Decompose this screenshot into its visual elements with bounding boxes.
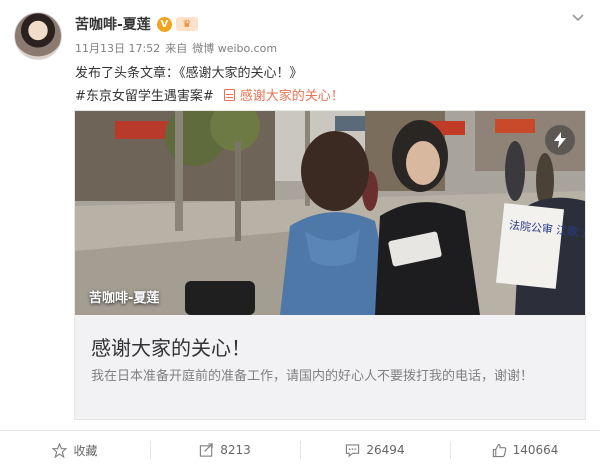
avatar[interactable]	[14, 12, 62, 60]
name-row: 苦咖啡-夏莲 V ♛	[75, 14, 198, 34]
article-icon	[223, 88, 235, 101]
post-source[interactable]: 微博 weibo.com	[192, 40, 277, 56]
card-summary: 我在日本准备开庭前的准备工作，请国内的好心人不要拨打我的电话，谢谢！	[91, 369, 534, 384]
favorite-button[interactable]: 收藏	[0, 431, 150, 469]
post-text: 发布了头条文章：《感谢大家的关心！》	[75, 66, 303, 81]
post-links: #东京女留学生遇害案# 感谢大家的关心！	[75, 85, 344, 104]
card-title[interactable]: 感谢大家的关心！	[91, 332, 251, 361]
star-icon	[52, 442, 68, 458]
comment-icon	[346, 443, 360, 457]
comment-count: 26494	[366, 443, 405, 457]
article-link[interactable]: 感谢大家的关心！	[223, 85, 344, 104]
repost-count: 8213	[220, 443, 251, 457]
repost-icon	[200, 442, 213, 457]
username[interactable]: 苦咖啡-夏莲	[75, 14, 151, 34]
verified-badge-icon: V	[156, 16, 172, 32]
chevron-down-icon[interactable]	[570, 10, 586, 26]
comment-button[interactable]: 26494	[300, 431, 450, 469]
street-photo: 法院公审 江歌 刘鑫	[75, 111, 585, 315]
favorite-label: 收藏	[73, 443, 98, 458]
from-label: 来自	[165, 42, 188, 55]
action-bar: 收藏 8213 26494 140664	[0, 431, 600, 469]
thumbs-up-icon	[492, 443, 506, 457]
member-badge-icon[interactable]: ♛	[175, 17, 198, 31]
hashtag-link[interactable]: #东京女留学生遇害案#	[75, 85, 214, 104]
like-button[interactable]: 140664	[450, 431, 600, 469]
photo-watermark: 苦咖啡-夏莲	[89, 291, 160, 306]
weibo-post: 苦咖啡-夏莲 V ♛ 11月13日 17:52 来自 微博 weibo.com …	[0, 0, 600, 469]
article-cover-image: 法院公审 江歌 刘鑫	[75, 111, 585, 315]
post-time[interactable]: 11月13日 17:52	[75, 40, 160, 56]
article-link-label: 感谢大家的关心！	[239, 89, 344, 104]
post-meta: 11月13日 17:52 来自 微博 weibo.com	[75, 40, 277, 56]
like-count: 140664	[512, 443, 559, 457]
lightning-icon[interactable]	[545, 125, 575, 155]
repost-button[interactable]: 8213	[150, 431, 300, 469]
article-card[interactable]: 法院公审 江歌 刘鑫 苦咖啡-夏莲 感谢大家的关心！ 我在日本准备开庭前的准备工…	[74, 110, 586, 420]
